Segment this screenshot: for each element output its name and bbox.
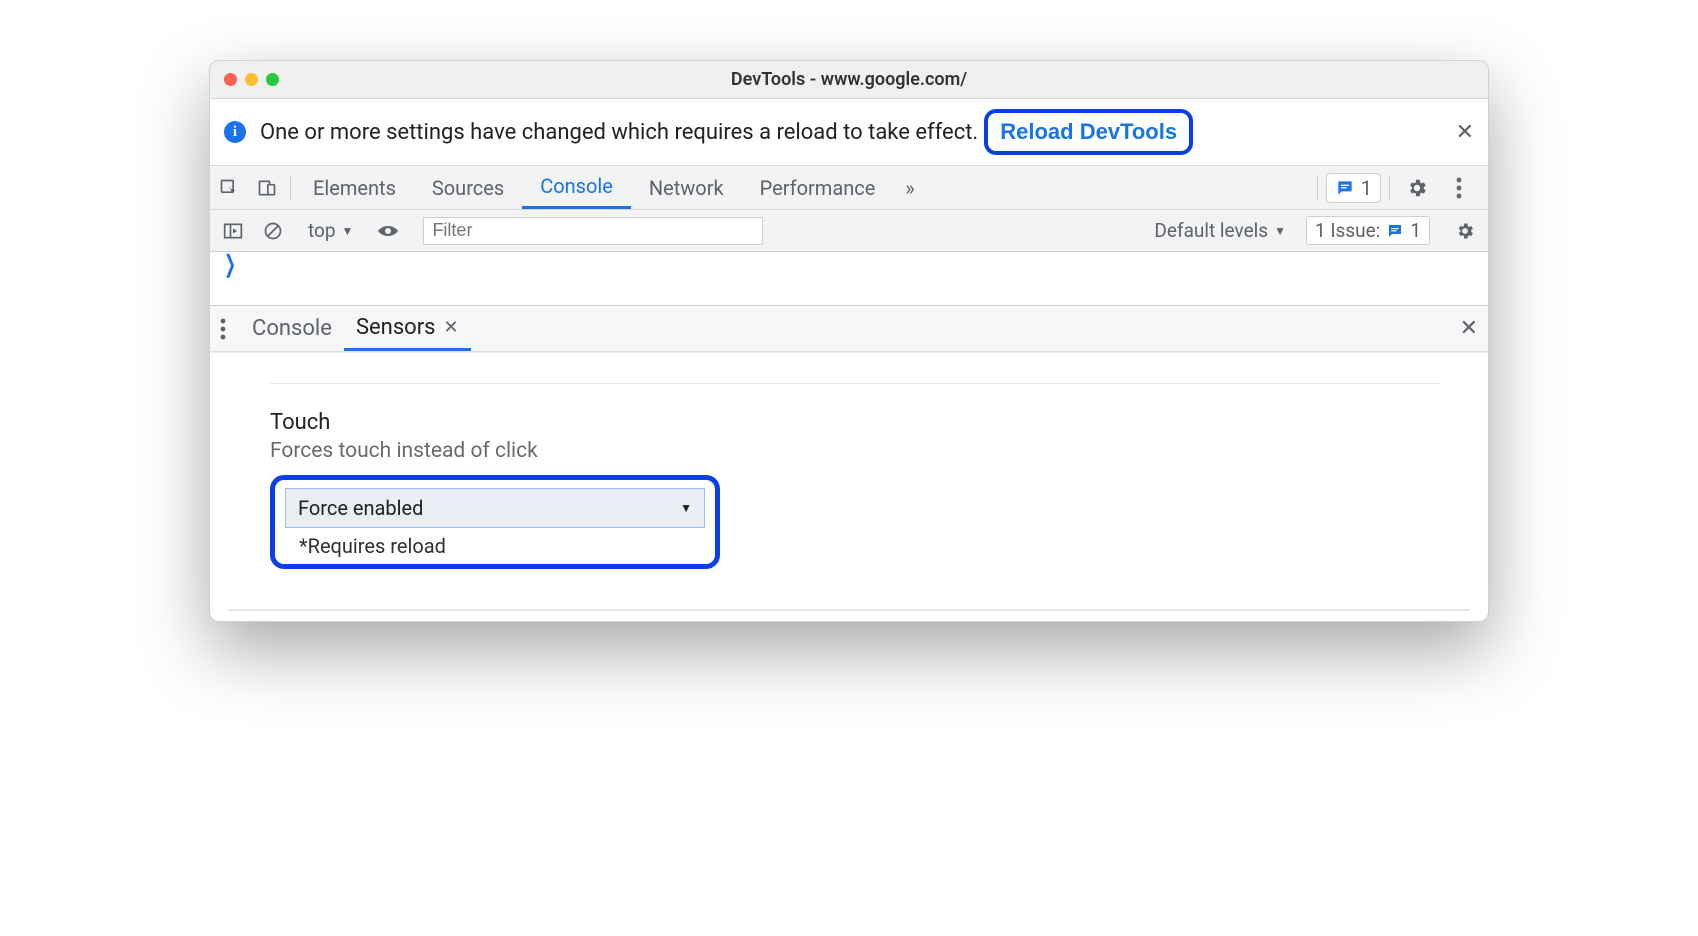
- main-tabbar: Elements Sources Console Network Perform…: [210, 166, 1488, 210]
- drawer-tab-console[interactable]: Console: [240, 306, 344, 351]
- divider: [228, 609, 1470, 611]
- requires-reload-note: *Requires reload: [285, 534, 705, 558]
- dropdown-arrow-icon: ▼: [680, 501, 692, 515]
- messages-badge[interactable]: 1: [1326, 173, 1381, 203]
- context-label: top: [308, 219, 336, 242]
- drawer-tab-label: Sensors: [356, 315, 436, 340]
- device-toolbar-icon[interactable]: [248, 178, 286, 198]
- divider: [290, 175, 291, 201]
- log-levels-selector[interactable]: Default levels ▼: [1154, 219, 1286, 242]
- more-tabs-button[interactable]: »: [893, 176, 926, 200]
- levels-label: Default levels: [1154, 219, 1268, 242]
- touch-section-title: Touch: [270, 410, 1440, 435]
- console-prompt-icon: ❯: [224, 250, 236, 278]
- tab-elements[interactable]: Elements: [295, 166, 414, 209]
- dropdown-arrow-icon: ▼: [342, 224, 354, 238]
- info-icon: i: [224, 121, 246, 143]
- inspect-element-icon[interactable]: [210, 178, 248, 198]
- tab-console[interactable]: Console: [522, 166, 631, 209]
- sensors-panel: Touch Forces touch instead of click Forc…: [210, 352, 1488, 589]
- infobar-message: One or more settings have changed which …: [260, 120, 978, 145]
- issues-label: 1 Issue:: [1315, 219, 1380, 242]
- close-infobar-button[interactable]: ✕: [1456, 120, 1474, 145]
- clear-console-icon[interactable]: [258, 221, 288, 241]
- devtools-window: DevTools - www.google.com/ i One or more…: [209, 60, 1489, 622]
- close-drawer-button[interactable]: ✕: [1460, 316, 1478, 341]
- drawer-more-icon[interactable]: [220, 318, 226, 340]
- tab-performance[interactable]: Performance: [742, 166, 894, 209]
- close-tab-icon[interactable]: ✕: [444, 317, 459, 338]
- issues-count: 1: [1410, 219, 1421, 242]
- select-value: Force enabled: [298, 496, 423, 520]
- issues-badge[interactable]: 1 Issue: 1: [1306, 216, 1430, 245]
- filter-input[interactable]: [423, 217, 763, 245]
- live-expression-icon[interactable]: [373, 223, 403, 239]
- divider: [270, 383, 1440, 384]
- messages-count: 1: [1361, 176, 1372, 200]
- touch-mode-select[interactable]: Force enabled ▼: [285, 488, 705, 528]
- drawer-tabbar: Console Sensors ✕ ✕: [210, 306, 1488, 352]
- reload-infobar: i One or more settings have changed whic…: [210, 99, 1488, 166]
- console-sidebar-toggle-icon[interactable]: [218, 222, 248, 240]
- touch-section-description: Forces touch instead of click: [270, 439, 1440, 463]
- divider: [1389, 175, 1390, 201]
- console-toolbar: top ▼ Default levels ▼ 1 Issue: 1: [210, 210, 1488, 252]
- tab-sources[interactable]: Sources: [414, 166, 522, 209]
- context-selector[interactable]: top ▼: [308, 219, 353, 242]
- reload-devtools-button[interactable]: Reload DevTools: [984, 109, 1193, 155]
- drawer-tab-label: Console: [252, 316, 332, 341]
- console-output[interactable]: ❯: [210, 252, 1488, 306]
- more-options-icon[interactable]: [1440, 177, 1478, 199]
- divider: [1317, 175, 1318, 201]
- console-settings-icon[interactable]: [1450, 221, 1480, 241]
- touch-setting-highlight: Force enabled ▼ *Requires reload: [270, 475, 720, 569]
- dropdown-arrow-icon: ▼: [1274, 224, 1286, 238]
- drawer-tab-sensors[interactable]: Sensors ✕: [344, 306, 471, 351]
- titlebar: DevTools - www.google.com/: [210, 61, 1488, 99]
- settings-icon[interactable]: [1398, 177, 1436, 199]
- window-title: DevTools - www.google.com/: [210, 69, 1488, 90]
- tab-network[interactable]: Network: [631, 166, 742, 209]
